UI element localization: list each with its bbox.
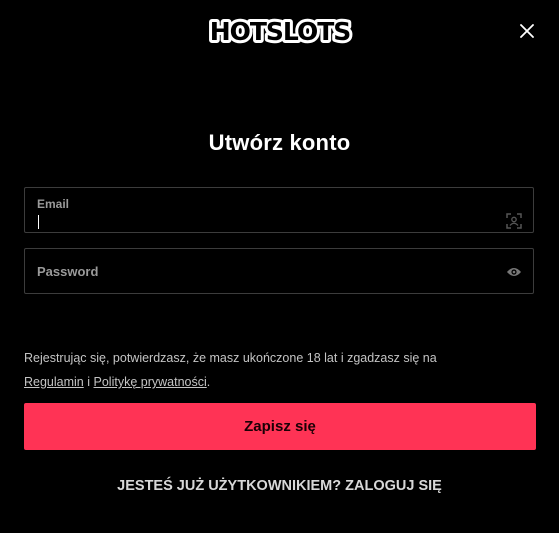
password-field[interactable] [24, 248, 534, 294]
terms-conj: i [87, 375, 91, 389]
close-icon [520, 24, 534, 38]
register-modal: HOTSLOTS HOTSLOTS Utwórz konto Email Rej… [0, 0, 559, 533]
terms-suffix: . [206, 375, 211, 389]
svg-text:HOTSLOTS: HOTSLOTS [210, 17, 351, 46]
autofill-icon[interactable] [505, 212, 523, 230]
terms-prefix: Rejestrując się, potwierdzasz, że masz u… [24, 351, 437, 365]
terms-text: Rejestrując się, potwierdzasz, że masz u… [24, 346, 534, 394]
hotslots-logo: HOTSLOTS HOTSLOTS [206, 16, 354, 46]
eye-icon[interactable] [505, 263, 523, 281]
email-field[interactable]: Email [24, 187, 534, 233]
password-input[interactable] [37, 261, 497, 281]
regulamin-link[interactable]: Regulamin [24, 375, 84, 389]
close-button[interactable] [516, 20, 538, 42]
login-link[interactable]: JESTEŚ JUŻ UŻYTKOWNIKIEM? ZALOGUJ SIĘ [0, 478, 559, 494]
email-label: Email [37, 197, 70, 211]
privacy-policy-link[interactable]: Politykę prywatności [94, 375, 207, 389]
signup-button[interactable]: Zapisz się [24, 403, 536, 450]
email-input[interactable] [37, 212, 497, 230]
page-title: Utwórz konto [208, 130, 351, 155]
